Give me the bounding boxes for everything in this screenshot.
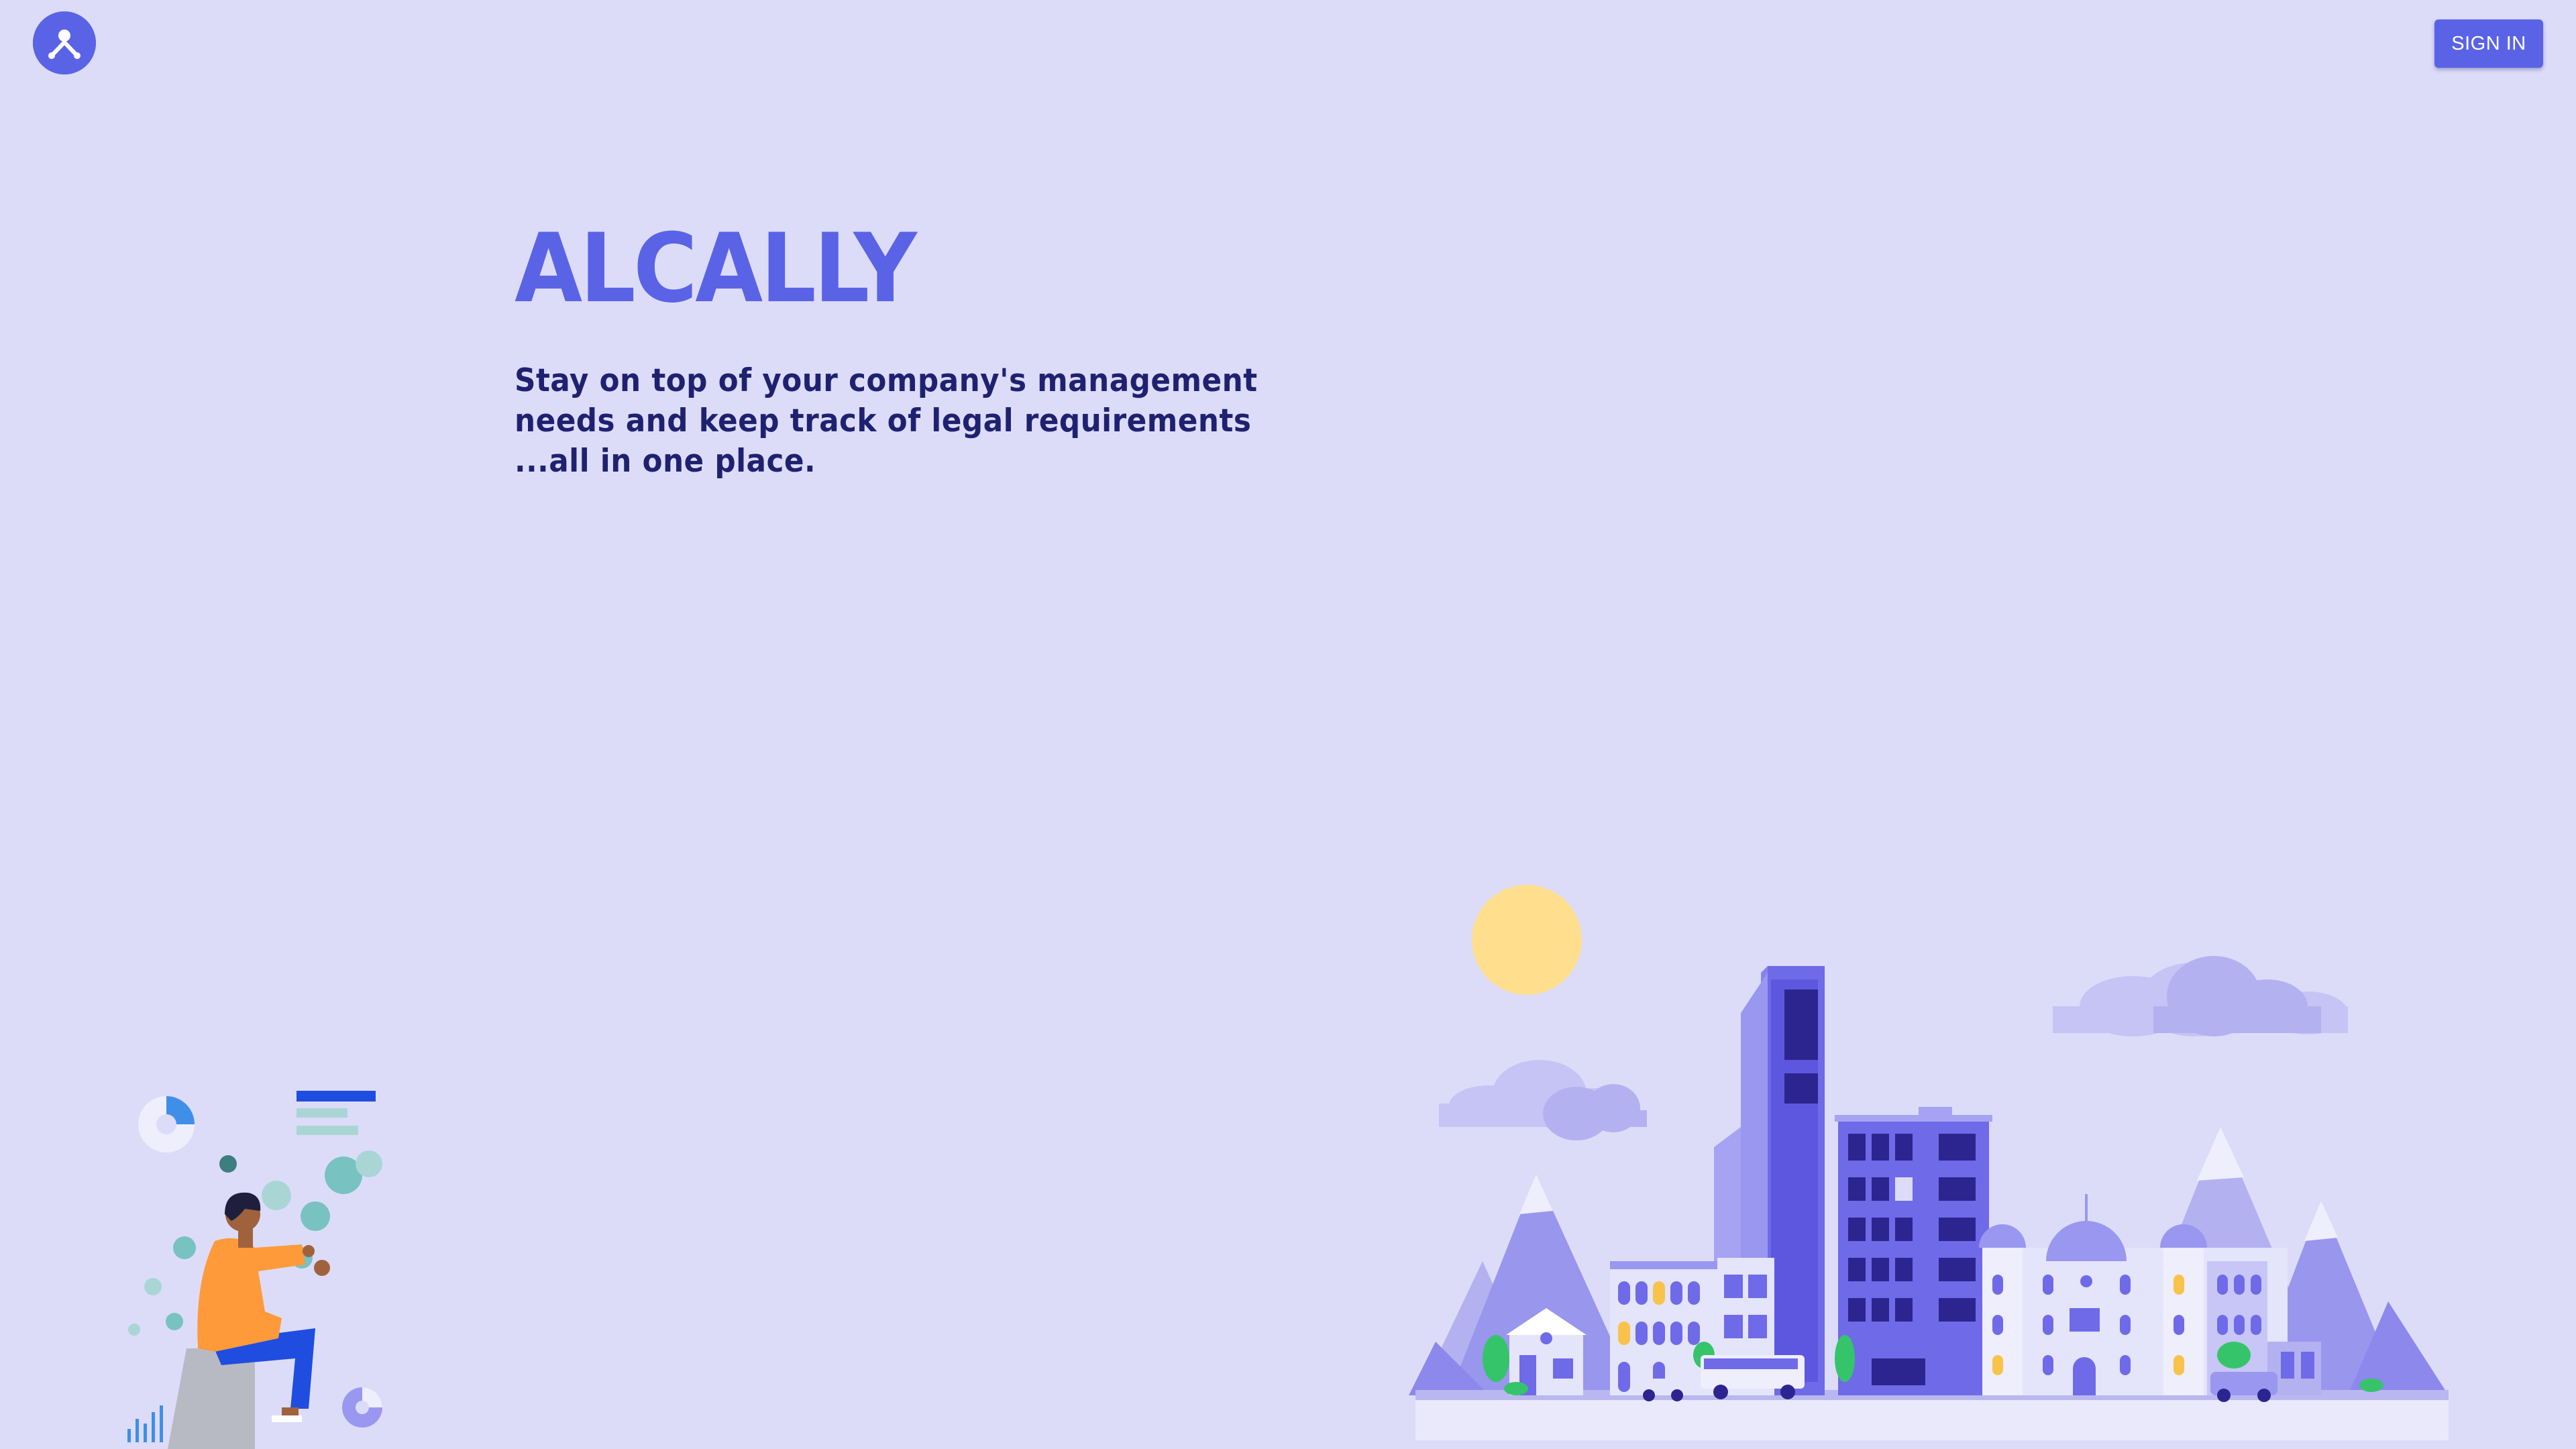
bar-chart-icon <box>127 1405 163 1442</box>
donut-chart-icon <box>342 1387 382 1428</box>
sun-illustration <box>1472 885 1582 995</box>
bar-lines-icon <box>297 1091 376 1135</box>
person-illustration <box>127 1091 382 1449</box>
tagline-line: needs and keep track of legal requiremen… <box>515 402 1252 439</box>
tagline-line: ...all in one place. <box>515 443 816 480</box>
alcally-logo-icon[interactable] <box>33 11 96 74</box>
cloud-illustration <box>1543 1084 1647 1140</box>
city-illustration <box>1409 885 2449 1440</box>
hero-tagline: Stay on top of your company's management… <box>515 361 1276 482</box>
office-building <box>1835 1107 1992 1395</box>
palace-building <box>1979 1194 2321 1395</box>
pie-chart-icon <box>138 1096 195 1152</box>
sign-in-button[interactable]: SIGN IN <box>2434 19 2543 68</box>
tagline-line: Stay on top of your company's management <box>515 362 1258 399</box>
brand-title: ALCALLY <box>515 213 917 324</box>
rock-illustration <box>168 1348 255 1449</box>
